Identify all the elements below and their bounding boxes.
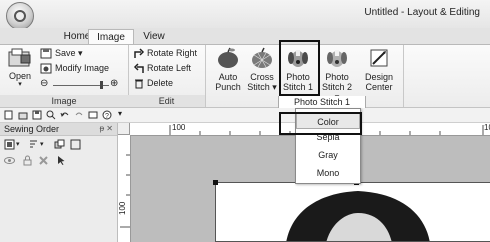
delete-icon xyxy=(135,79,143,89)
design-center-button[interactable]: Design Center xyxy=(361,47,397,92)
ribbon-tabs: Home Image View xyxy=(0,28,490,45)
photo-image[interactable] xyxy=(215,182,490,242)
redo-icon[interactable] xyxy=(74,110,84,120)
view-option-icon[interactable] xyxy=(4,139,15,150)
quick-access-toolbar: ? ▾ xyxy=(0,108,490,123)
undo-icon[interactable] xyxy=(60,110,70,120)
open-label: Open xyxy=(8,71,32,81)
svg-text:?: ? xyxy=(105,113,109,120)
ribbon: Open ▾ Save ▾ Modify Image ⊖ ⊕ Image Rot… xyxy=(0,44,490,108)
order-icon[interactable] xyxy=(54,139,65,150)
ruler-corner xyxy=(118,123,130,135)
save-dropdown-icon: ▾ xyxy=(78,48,83,58)
eye-icon[interactable] xyxy=(4,155,15,166)
transparency-slider[interactable]: ⊖ ⊕ xyxy=(40,78,124,91)
window-title-text: Untitled - Layout & Editing xyxy=(364,7,480,18)
sewing-order-title: Sewing Order xyxy=(4,124,60,134)
rotate-right-button[interactable]: Rotate Right xyxy=(147,48,197,58)
zoom-icon[interactable] xyxy=(46,110,56,120)
cross-stitch-label-2: Stitch ▾ xyxy=(247,82,277,92)
sort-icon[interactable] xyxy=(28,139,39,150)
apple-icon xyxy=(218,47,238,68)
image-group-label: Image xyxy=(0,95,128,107)
lock-icon[interactable] xyxy=(22,155,33,166)
h-ruler-label-100: 100 xyxy=(172,123,186,132)
resize-handle-tl[interactable] xyxy=(213,180,218,185)
design-center-icon xyxy=(370,49,388,67)
portrait-photo xyxy=(216,183,490,241)
h-ruler-label-right: 10 xyxy=(484,123,490,132)
save-icon xyxy=(40,48,52,59)
customize-qat-icon[interactable]: ▾ xyxy=(118,109,122,118)
rotate-right-icon xyxy=(134,48,145,58)
photo-stitch-2-label-1: Photo xyxy=(325,72,349,82)
vertical-ruler: 100 xyxy=(118,135,131,242)
preview-icon[interactable] xyxy=(88,110,98,120)
save-label: Save xyxy=(55,48,76,58)
pin-close-icon[interactable]: ᵽ ✕ xyxy=(100,124,113,133)
frame-icon[interactable] xyxy=(70,139,81,150)
sewing-order-header: Sewing Order ᵽ ✕ xyxy=(0,123,117,136)
zoom-in-icon: ⊕ xyxy=(110,78,119,89)
tab-image[interactable]: Image xyxy=(88,29,134,45)
save-button[interactable]: Save ▾ xyxy=(55,48,83,59)
edit-group-label: Edit xyxy=(128,95,205,107)
dog-photo-2-icon xyxy=(327,50,347,67)
photo-stitch-2-button[interactable]: Photo Stitch 2 ▾ xyxy=(319,47,355,102)
ribbon-divider xyxy=(403,45,404,107)
delete-button[interactable]: Delete xyxy=(147,78,173,88)
window-title: Untitled - Layout & Editing xyxy=(0,7,490,18)
tab-view[interactable]: View xyxy=(134,29,174,44)
view-option-dropdown-icon[interactable]: ▾ xyxy=(16,140,20,148)
slider-thumb[interactable] xyxy=(100,81,103,89)
open-dropdown-icon: ▾ xyxy=(18,81,22,88)
menu-item-gray[interactable]: Gray xyxy=(296,147,360,163)
sewing-order-toolbar-2 xyxy=(4,154,114,168)
open-icon[interactable] xyxy=(18,110,28,120)
image-group: Open ▾ Save ▾ Modify Image ⊖ ⊕ Image xyxy=(0,45,129,107)
edit-group: Rotate Right Rotate Left Delete Edit xyxy=(128,45,206,107)
auto-punch-label-2: Punch xyxy=(215,82,241,92)
rotate-left-icon xyxy=(133,63,144,73)
help-icon[interactable]: ? xyxy=(102,110,112,120)
menu-item-mono[interactable]: Mono xyxy=(296,165,360,181)
save-qat-icon[interactable] xyxy=(32,110,42,120)
sort-dropdown-icon[interactable]: ▾ xyxy=(40,140,44,148)
open-button[interactable]: Open ▾ xyxy=(6,47,34,91)
v-ruler-label-100: 100 xyxy=(118,201,127,215)
delete-x-icon[interactable] xyxy=(38,155,49,166)
sewing-order-panel: Sewing Order ᵽ ✕ ▾ ▾ xyxy=(0,123,118,242)
zoom-out-icon: ⊖ xyxy=(40,78,49,89)
auto-punch-button[interactable]: Auto Punch xyxy=(212,47,244,92)
rotate-left-button[interactable]: Rotate Left xyxy=(147,63,191,73)
title-bar: Untitled - Layout & Editing xyxy=(0,0,490,30)
photo-stitch-1-group-label: Photo Stitch 1 xyxy=(278,96,366,108)
open-folder-icon xyxy=(8,48,31,67)
new-icon[interactable] xyxy=(4,110,14,120)
cross-stitch-label-1: Cross xyxy=(250,72,274,82)
modify-image-icon xyxy=(40,63,52,74)
sewing-order-toolbar-1: ▾ ▾ xyxy=(4,138,114,152)
select-cursor-icon[interactable] xyxy=(56,155,67,166)
modify-image-button[interactable]: Modify Image xyxy=(55,63,109,73)
cross-stitch-button[interactable]: Cross Stitch ▾ xyxy=(246,47,278,92)
cross-stitch-apple-icon xyxy=(252,47,272,68)
design-center-label-1: Design xyxy=(364,72,393,82)
color-item-highlight xyxy=(279,112,362,135)
design-center-label-2: Center xyxy=(365,82,393,92)
auto-punch-label-1: Auto xyxy=(218,72,238,82)
photo-stitch-1-highlight xyxy=(279,40,320,96)
